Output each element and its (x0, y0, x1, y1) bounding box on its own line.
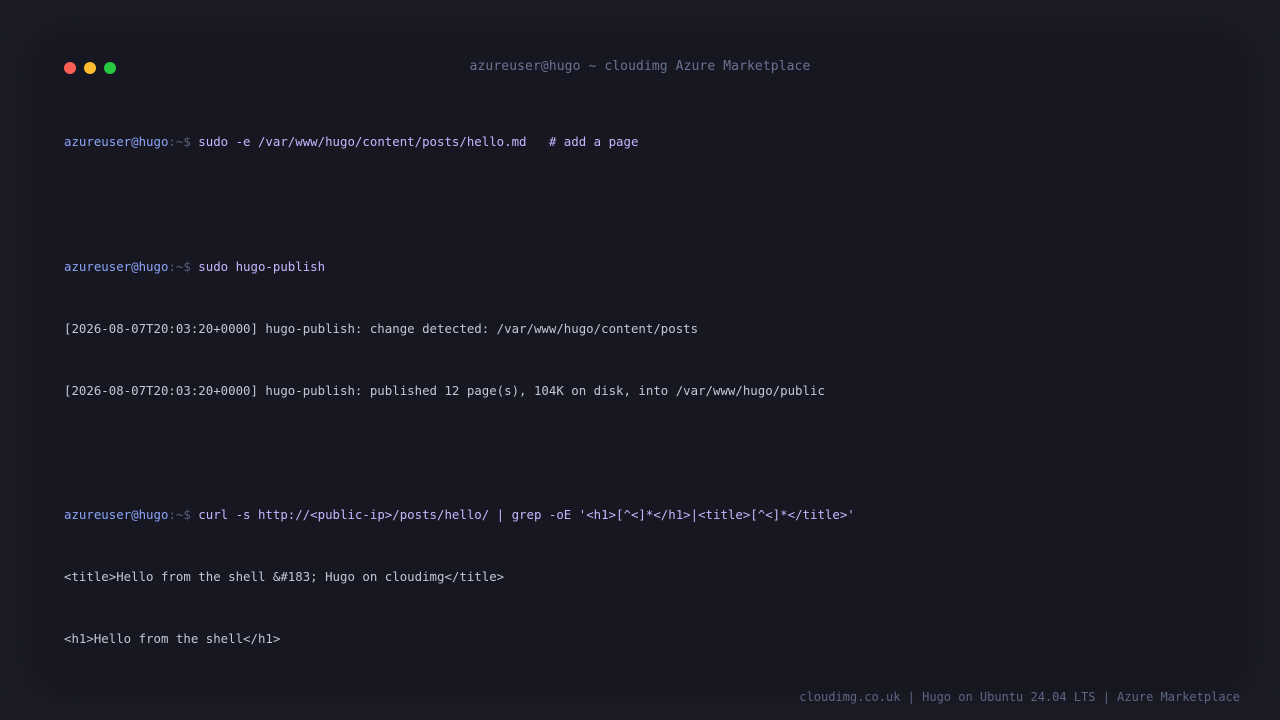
terminal-output-area[interactable]: azureuser@hugo:~$ sudo -e /var/www/hugo/… (64, 91, 1214, 691)
output-line: [2026-08-07T20:03:20+0000] hugo-publish:… (64, 320, 699, 336)
footer-caption: cloudimg.co.uk | Hugo on Ubuntu 24.04 LT… (799, 690, 1240, 704)
command-line: azureuser@hugo:~$ curl -s http://<public… (64, 505, 1214, 526)
command-line: azureuser@hugo:~$ sudo hugo-publish (64, 257, 1214, 278)
command-text: sudo hugo-publish (198, 258, 326, 274)
prompt-user: azureuser@hugo (64, 506, 169, 522)
prompt-path: :~$ (168, 258, 199, 274)
title-bar: azureuser@hugo ~ cloudimg Azure Marketpl… (40, 40, 1240, 96)
command-text: curl -s http://<public-ip>/posts/hello/ … (198, 506, 855, 522)
prompt-user: azureuser@hugo (64, 134, 169, 150)
command-text: sudo -e /var/www/hugo/content/posts/hell… (198, 134, 639, 150)
terminal-window: azureuser@hugo ~ cloudimg Azure Marketpl… (40, 40, 1240, 684)
window-title: azureuser@hugo ~ cloudimg Azure Marketpl… (469, 59, 811, 74)
command-line: azureuser@hugo:~$ sudo -e /var/www/hugo/… (64, 132, 1214, 153)
prompt-user: azureuser@hugo (64, 258, 169, 274)
output-line: <h1>Hello from the shell</h1> (64, 631, 281, 647)
prompt-path: :~$ (168, 506, 199, 522)
prompt-path: :~$ (168, 134, 199, 150)
output-line: <title>Hello from the shell &#183; Hugo … (64, 569, 505, 585)
output-line: [2026-08-07T20:03:20+0000] hugo-publish:… (64, 382, 825, 398)
